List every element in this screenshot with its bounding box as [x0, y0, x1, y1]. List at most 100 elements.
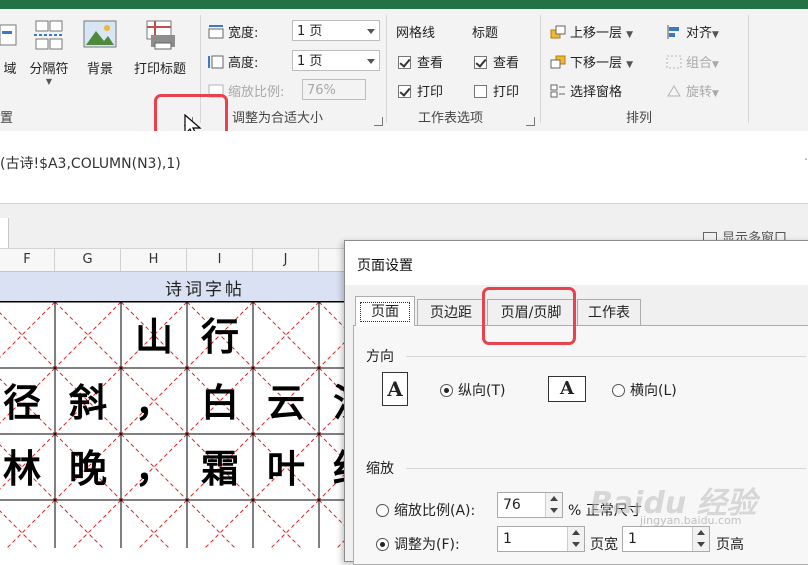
- portrait-radio[interactable]: 纵向(T): [440, 380, 505, 400]
- grid-guide-line: [54, 499, 104, 548]
- grid-guide-line: [6, 499, 56, 548]
- width-icon: [208, 25, 224, 39]
- rotate-button: 旋转▼: [666, 81, 719, 100]
- fit-tall-spinner[interactable]: 1: [622, 526, 710, 552]
- tab-highlight: [482, 287, 576, 345]
- headings-view-checkbox[interactable]: 查看: [474, 52, 519, 71]
- fit-wide-suffix: 页宽: [590, 537, 618, 553]
- width-select[interactable]: 1 页: [292, 20, 380, 41]
- grid-char[interactable]: 云: [253, 370, 319, 436]
- grid-char[interactable]: ，: [121, 370, 187, 436]
- grid-char[interactable]: 斜: [55, 370, 121, 436]
- grid-guide-line: [0, 312, 56, 369]
- formula-bar-expand-icon[interactable]: ·: [804, 153, 808, 168]
- ribbon: 域 分隔符 ▼ 背景 打印标题 置 宽度: 1 页 高度: 1 页 缩放比例: …: [0, 9, 808, 132]
- tab-page[interactable]: 页面: [355, 296, 415, 326]
- formula-text[interactable]: (古诗!$A3,COLUMN(N3),1): [0, 153, 181, 173]
- tab-margins[interactable]: 页边距: [417, 299, 485, 325]
- grid-char[interactable]: 白: [187, 370, 253, 436]
- grid-guide-line: [72, 499, 122, 548]
- gridlines-print-checkbox[interactable]: 打印: [398, 81, 443, 100]
- ribbon-tab-strip: [0, 0, 808, 9]
- grid-char[interactable]: 径: [0, 370, 55, 436]
- group-separator: [540, 15, 541, 123]
- chevron-down-icon: [367, 29, 375, 34]
- grid-char[interactable]: 叶: [253, 436, 319, 502]
- scale-dialog-launcher[interactable]: [374, 117, 383, 126]
- breaks-icon: [34, 20, 64, 50]
- grid-guide-line: [0, 302, 56, 358]
- chevron-down-icon: [367, 59, 375, 64]
- grid-guide-line: [204, 499, 254, 548]
- dialog-titlebar[interactable]: 页面设置: [345, 241, 808, 285]
- tab-sheet[interactable]: 工作表: [577, 299, 641, 325]
- group-separator: [748, 15, 749, 123]
- group-objects-icon: [666, 55, 682, 69]
- column-header-j[interactable]: J: [253, 249, 319, 271]
- sheet-options-group-label: 工作表选项: [418, 111, 484, 126]
- grid-guide-line: [0, 510, 38, 548]
- chevron-down-icon: ▼: [712, 89, 719, 99]
- column-header-i[interactable]: I: [187, 249, 253, 271]
- grid-guide-line: [120, 499, 170, 548]
- portrait-page-icon: A: [382, 372, 408, 406]
- rotate-icon: [667, 85, 681, 97]
- send-backward-icon: [550, 55, 566, 69]
- gridlines-view-checkbox[interactable]: 查看: [398, 52, 443, 71]
- grid-char[interactable]: 山: [121, 304, 187, 370]
- print-titles-icon: [146, 20, 175, 50]
- grid-guide-line: [252, 499, 302, 548]
- chevron-down-icon: ▼: [712, 30, 719, 40]
- height-icon: [208, 55, 224, 69]
- print-titles-button[interactable]: 打印标题: [128, 19, 192, 77]
- scale-percent-spinner[interactable]: 76: [497, 492, 563, 518]
- grid-char[interactable]: ，: [121, 436, 187, 502]
- baidu-watermark-url: jingyan.baidu.com: [640, 514, 742, 527]
- spinner-arrows-icon[interactable]: [692, 527, 709, 551]
- landscape-page-icon: A: [548, 376, 586, 402]
- spinner-arrows-icon[interactable]: [567, 527, 584, 551]
- background-button[interactable]: 背景: [80, 19, 120, 77]
- landscape-radio[interactable]: 横向(L): [612, 380, 677, 400]
- chevron-down-icon: ▼: [626, 60, 634, 70]
- scale-input: 76%: [302, 79, 366, 100]
- fit-wide-spinner[interactable]: 1: [497, 526, 585, 552]
- grid-char[interactable]: 晚: [55, 436, 121, 502]
- page-setup-group-label: 置: [0, 111, 14, 126]
- group-button: 组合▼: [666, 52, 719, 71]
- spinner-arrows-icon[interactable]: [545, 493, 562, 517]
- name-box[interactable]: [0, 218, 9, 248]
- fit-tall-suffix: 页高: [716, 537, 744, 553]
- sheet-banner-title: 诗词字帖: [165, 280, 245, 300]
- grid-char[interactable]: 行: [187, 304, 253, 370]
- fit-to-radio[interactable]: 调整为(F):: [376, 534, 460, 554]
- breaks-button[interactable]: 分隔符 ▼: [24, 19, 74, 86]
- gridlines-heading: 网格线: [396, 26, 436, 41]
- print-area-icon: [0, 24, 17, 46]
- print-area-button[interactable]: 域: [0, 19, 20, 77]
- column-header-f[interactable]: F: [0, 249, 55, 271]
- grid-char[interactable]: 林: [0, 436, 55, 502]
- formula-bar[interactable]: (古诗!$A3,COLUMN(N3),1) ·: [0, 131, 808, 204]
- selection-pane-icon: [550, 84, 565, 98]
- selection-pane-button[interactable]: 选择窗格: [550, 81, 622, 100]
- align-button[interactable]: 对齐▼: [666, 22, 719, 41]
- grid-char[interactable]: 霜: [187, 436, 253, 502]
- column-header-g[interactable]: G: [55, 249, 121, 271]
- chevron-down-icon: ▼: [45, 77, 53, 86]
- group-separator: [386, 15, 387, 123]
- scale-percent-radio[interactable]: 缩放比例(A):: [376, 500, 475, 520]
- grid-guide-line: [186, 499, 236, 548]
- bring-forward-button[interactable]: 上移一层 ▼: [550, 22, 633, 41]
- divider: [406, 468, 806, 469]
- send-backward-button[interactable]: 下移一层 ▼: [550, 52, 633, 71]
- column-header-h[interactable]: H: [121, 249, 187, 271]
- width-label: 宽度:: [208, 22, 258, 41]
- headings-print-checkbox[interactable]: 打印: [474, 81, 519, 100]
- grid-guide-line: [138, 499, 188, 548]
- scale-group-label: 调整为合适大小: [232, 111, 324, 126]
- height-select[interactable]: 1 页: [292, 50, 380, 71]
- sheet-options-dialog-launcher[interactable]: [526, 117, 535, 126]
- height-label: 高度:: [208, 52, 258, 71]
- dialog-title: 页面设置: [357, 258, 413, 274]
